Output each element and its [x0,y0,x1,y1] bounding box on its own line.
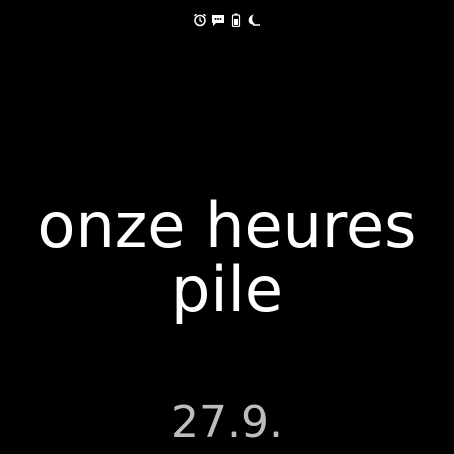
time-line-1: onze heures [37,189,417,262]
watch-screen: onze heures pile 27.9. [0,0,454,454]
do-not-disturb-icon [247,13,261,27]
date-label: 27.9. [171,397,283,448]
battery-icon [229,13,243,27]
time-line-2: pile [171,253,283,326]
status-bar [0,10,454,30]
alarm-icon [193,13,207,27]
message-icon [211,13,225,27]
time-words: onze heures pile [0,194,454,322]
